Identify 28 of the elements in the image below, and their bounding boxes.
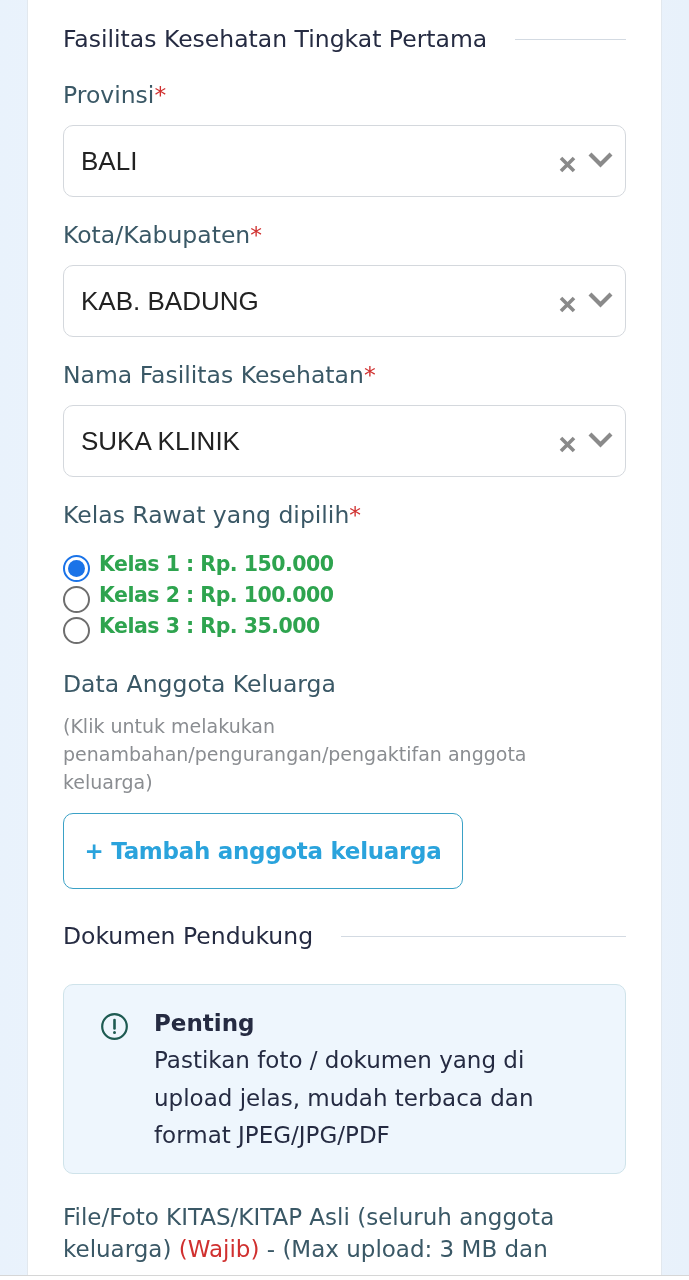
select-field[interactable]: KAB. BADUNG — [63, 265, 626, 337]
radio-button[interactable] — [63, 555, 90, 582]
notice-text: Pastikan foto / dokumen yang di upload jelas, mudah terbaca dan format JPEG/JPG/PDF — [154, 1046, 535, 1150]
select-field[interactable]: BALI — [63, 125, 626, 197]
section-title: Data Anggota Keluarga — [63, 669, 336, 699]
radio-button[interactable] — [63, 586, 90, 613]
clear-icon[interactable] — [559, 155, 576, 173]
field-label: Kelas Rawat yang dipilih* — [63, 500, 362, 530]
field-label: Kota/Kabupaten* — [63, 220, 262, 250]
section-heading: Dokumen Pendukung — [63, 921, 314, 951]
radio-button[interactable] — [63, 617, 90, 644]
add-family-member-button[interactable]: + Tambah anggota keluarga — [63, 813, 463, 889]
chevron-down-icon[interactable] — [588, 292, 613, 308]
radio-label[interactable]: Kelas 3 : Rp. 35.000 — [99, 614, 320, 638]
chevron-down-icon[interactable] — [588, 152, 613, 168]
field-label: Nama Fasilitas Kesehatan* — [63, 360, 376, 390]
select-field[interactable]: SUKA KLINIK — [63, 405, 626, 477]
notice-title: Penting — [154, 1009, 255, 1038]
upload-label: File/Foto KITAS/KITAP Asli (seluruh anggota keluarga) (Wajib) - (Max upload: 3 MB dan — [63, 1203, 556, 1264]
alert-circle-icon — [101, 1013, 128, 1040]
section-heading: Fasilitas Kesehatan Tingkat Pertama — [63, 24, 488, 54]
radio-label[interactable]: Kelas 2 : Rp. 100.000 — [99, 583, 334, 607]
radio-label[interactable]: Kelas 1 : Rp. 150.000 — [99, 552, 334, 576]
field-label: Provinsi* — [63, 80, 167, 110]
chevron-down-icon[interactable] — [588, 432, 613, 448]
hint-text: (Klik untuk melakukan penambahan/pengurangan/pengaktifan anggota keluarga) — [63, 714, 528, 795]
clear-icon[interactable] — [559, 435, 576, 453]
clear-icon[interactable] — [559, 295, 576, 313]
